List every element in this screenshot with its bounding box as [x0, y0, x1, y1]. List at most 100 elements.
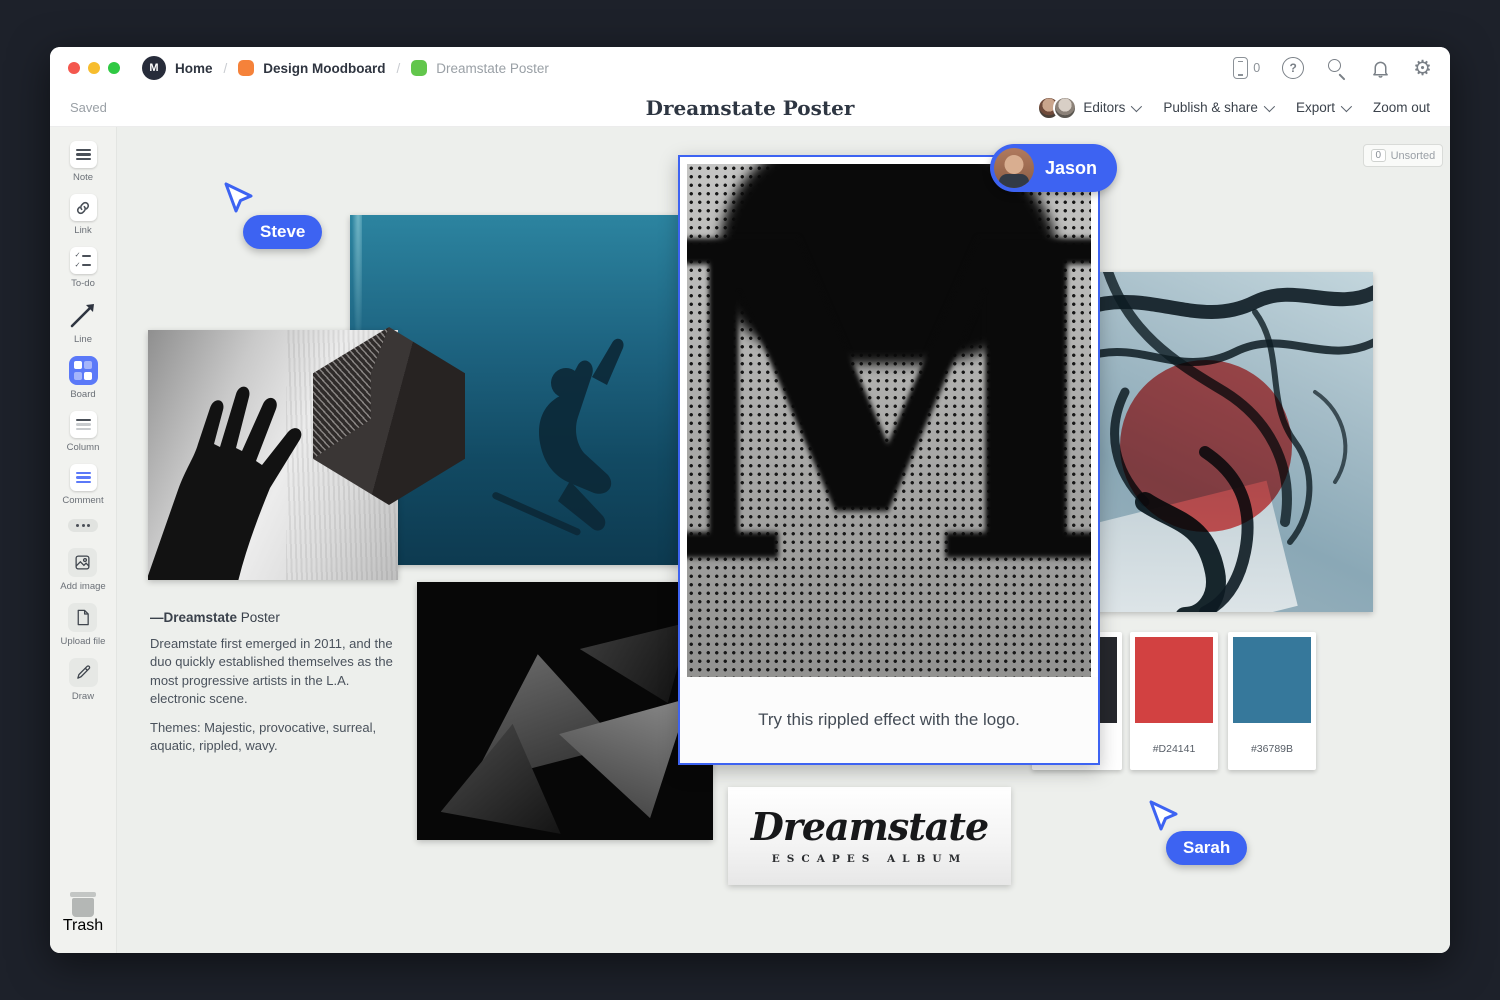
export-dropdown[interactable]: Export [1296, 100, 1349, 115]
pencil-icon [69, 658, 98, 687]
comment-icon [70, 464, 97, 491]
tool-label: To-do [71, 278, 95, 289]
tool-label: Note [73, 172, 93, 183]
tool-upload-file[interactable]: Upload file [61, 603, 106, 647]
halftone-poster-card-selected[interactable]: M Try this rippled effect with the logo. [678, 155, 1100, 765]
arrow-line-icon [68, 300, 98, 330]
editors-label: Editors [1083, 100, 1125, 115]
woman-photo-card[interactable] [1085, 272, 1373, 612]
page-header: Saved Dreamstate Poster Editors Publish … [50, 89, 1450, 127]
breadcrumb: M Home / Design Moodboard / Dreamstate P… [142, 56, 549, 80]
zoom-out-label: Zoom out [1373, 100, 1430, 115]
hex-label: #D24141 [1130, 728, 1218, 770]
bell-icon[interactable] [1370, 58, 1391, 79]
tool-label: Link [74, 225, 91, 236]
publish-share-dropdown[interactable]: Publish & share [1163, 100, 1272, 115]
trash-icon [70, 892, 96, 897]
tool-line[interactable]: Line [68, 300, 98, 345]
editors-dropdown[interactable]: Editors [1037, 96, 1139, 120]
note-paragraph: Themes: Majestic, provocative, surreal, … [150, 719, 394, 756]
page-icon [411, 60, 427, 76]
tool-add-image[interactable]: Add image [60, 548, 105, 592]
board-icon [238, 60, 254, 76]
breadcrumb-separator: / [224, 61, 228, 76]
board-canvas[interactable]: 0 Unsorted [117, 127, 1450, 953]
chevron-down-icon [1264, 100, 1275, 111]
more-tools-button[interactable] [68, 519, 98, 532]
unsorted-count: 0 [1371, 149, 1386, 162]
sarah-cursor-label: Sarah [1166, 831, 1247, 865]
column-icon [70, 411, 97, 438]
tool-draw[interactable]: Draw [69, 658, 98, 702]
halftone-letter-m: M [687, 186, 1091, 625]
title-bar: M Home / Design Moodboard / Dreamstate P… [50, 47, 1450, 89]
link-icon [70, 194, 97, 221]
minimize-window-button[interactable] [88, 62, 100, 74]
tool-label: Line [74, 334, 92, 345]
unsorted-badge[interactable]: 0 Unsorted [1363, 144, 1443, 167]
color-swatch-card[interactable]: #36789B [1228, 632, 1316, 770]
trash-target[interactable]: Trash [50, 892, 116, 935]
avatar [1053, 96, 1077, 120]
window-controls [68, 62, 120, 74]
color-swatch-card[interactable]: #D24141 [1130, 632, 1218, 770]
note-icon [70, 141, 97, 168]
breadcrumb-board[interactable]: Design Moodboard [263, 61, 385, 76]
chevron-down-icon [1341, 100, 1352, 111]
logo-subtitle: ESCAPES ALBUM [772, 853, 967, 865]
tool-label: Comment [62, 495, 103, 506]
color-chip [1135, 637, 1213, 723]
trash-icon [72, 898, 94, 917]
tool-todo[interactable]: ✓ ✓ To-do [70, 247, 97, 289]
geometric-photo-card[interactable] [417, 582, 713, 840]
tool-label: Column [67, 442, 100, 453]
breadcrumb-separator: / [397, 61, 401, 76]
note-paragraph: Dreamstate first emerged in 2011, and th… [150, 635, 394, 709]
app-logo-icon[interactable]: M [142, 56, 166, 80]
jason-name: Jason [1045, 158, 1097, 179]
phone-icon [1233, 57, 1248, 79]
note-text-card[interactable]: —Dreamstate Poster Dreamstate first emer… [150, 610, 394, 766]
unsorted-label: Unsorted [1391, 150, 1436, 162]
todo-icon: ✓ ✓ [70, 247, 97, 274]
tool-note[interactable]: Note [70, 141, 97, 183]
editor-avatars [1037, 96, 1077, 120]
diver-silhouette [474, 325, 674, 565]
page-title[interactable]: Dreamstate Poster [646, 96, 855, 120]
search-icon[interactable] [1326, 57, 1348, 79]
add-image-icon [68, 548, 97, 577]
tool-label: Upload file [61, 636, 106, 647]
export-label: Export [1296, 100, 1335, 115]
tool-board-selected[interactable]: Board [69, 356, 98, 400]
tool-column[interactable]: Column [67, 411, 100, 453]
tool-comment[interactable]: Comment [62, 464, 103, 506]
gear-icon[interactable]: ⚙ [1413, 58, 1432, 79]
zoom-window-button[interactable] [108, 62, 120, 74]
zoom-out-button[interactable]: Zoom out [1373, 100, 1430, 115]
device-count: 0 [1253, 61, 1260, 75]
sarah-cursor-icon [1148, 800, 1178, 834]
tool-label: Board [70, 389, 95, 400]
close-window-button[interactable] [68, 62, 80, 74]
logo-title: Dreamstate [751, 808, 988, 846]
steve-cursor-label: Steve [243, 215, 322, 249]
tool-link[interactable]: Link [70, 194, 97, 236]
color-chip [1233, 637, 1311, 723]
jason-presence-label: Jason [990, 144, 1117, 192]
dreamstate-logo-card[interactable]: Dreamstate ESCAPES ALBUM [728, 787, 1011, 885]
help-icon[interactable]: ? [1282, 57, 1304, 79]
saved-status: Saved [70, 100, 107, 115]
tool-sidebar: Note Link ✓ ✓ To-do [50, 127, 117, 953]
halftone-image: M [687, 164, 1091, 677]
publish-share-label: Publish & share [1163, 100, 1258, 115]
tool-label: Add image [60, 581, 105, 592]
card-caption[interactable]: Try this rippled effect with the logo. [680, 677, 1098, 763]
breadcrumb-page: Dreamstate Poster [436, 61, 549, 76]
device-sync-button[interactable]: 0 [1233, 57, 1260, 79]
hex-label: #36789B [1228, 728, 1316, 770]
upload-file-icon [68, 603, 97, 632]
tool-label: Trash [63, 917, 103, 935]
breadcrumb-home[interactable]: Home [175, 61, 213, 76]
jason-avatar [994, 148, 1034, 188]
red-circle-overlay [1120, 360, 1292, 532]
